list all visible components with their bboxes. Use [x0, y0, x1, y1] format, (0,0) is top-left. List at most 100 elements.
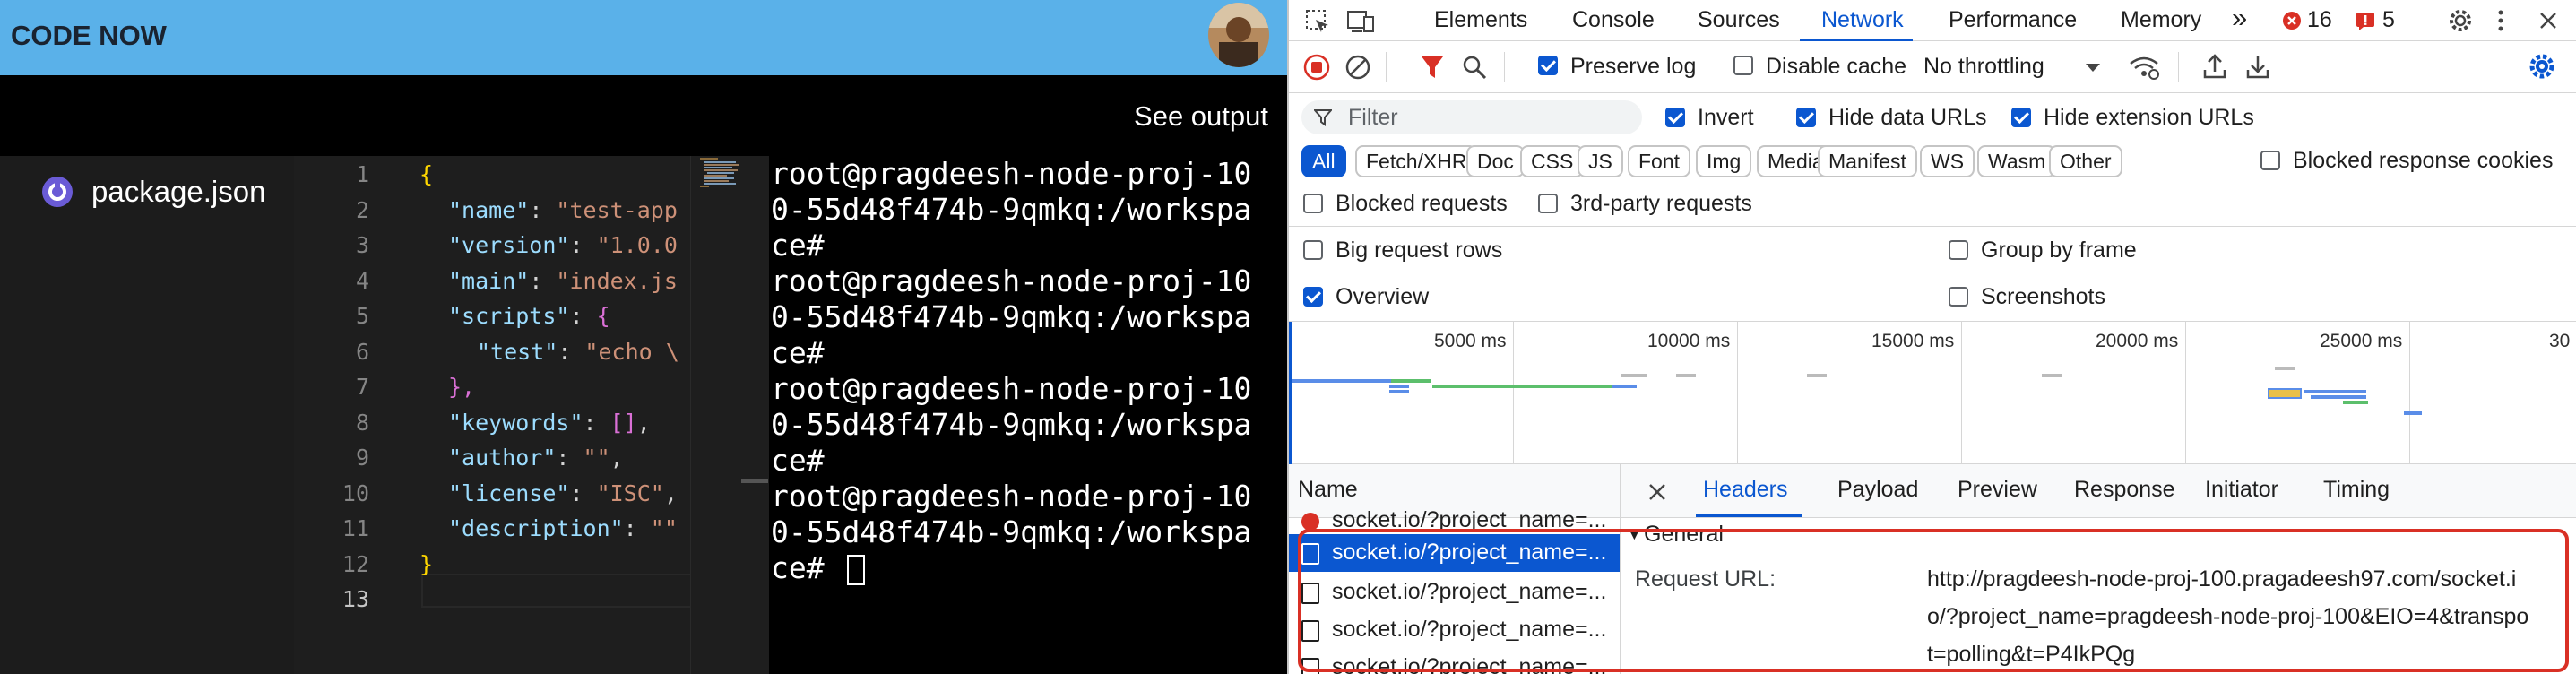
line-number: 1: [355, 161, 369, 187]
import-har-icon[interactable]: [2201, 52, 2228, 81]
search-icon[interactable]: [1461, 54, 1488, 81]
terminal-line-text: 0-55d48f474b-9qmkq:/workspa: [771, 407, 1252, 442]
tab-performance[interactable]: Performance: [1949, 7, 2077, 33]
minimap[interactable]: [690, 156, 769, 674]
more-options-icon[interactable]: [2495, 7, 2506, 34]
output-bar: See output: [0, 75, 1287, 156]
type-filter-font[interactable]: Font: [1628, 145, 1691, 177]
export-har-icon[interactable]: [2244, 52, 2271, 81]
filter-input[interactable]: Filter: [1301, 100, 1642, 134]
terminal-line-text: root@pragdeesh-node-proj-10: [771, 264, 1252, 298]
tab-initiator[interactable]: Initiator: [2205, 477, 2278, 503]
warning-count[interactable]: 5: [2382, 7, 2395, 33]
timeline-tick-label: 30: [2549, 331, 2571, 351]
stop-recording-icon[interactable]: [1303, 54, 1330, 81]
hide-data-urls-checkbox[interactable]: [1796, 108, 1816, 127]
code-token: "1.0.0: [596, 232, 678, 258]
code-token: "license": [448, 480, 570, 506]
screenshots-checkbox[interactable]: [1949, 287, 1968, 307]
device-toolbar-icon[interactable]: [1346, 9, 1375, 34]
code-token: :: [569, 480, 597, 506]
close-icon[interactable]: [1647, 482, 1667, 502]
code-line: }: [419, 551, 433, 577]
type-filter-ws[interactable]: WS: [1920, 145, 1975, 177]
tab-network[interactable]: Network: [1821, 7, 1904, 33]
timeline-request-bar: [2343, 401, 2368, 404]
settings-gear-icon[interactable]: [2447, 7, 2474, 34]
timeline-request-bar: [2268, 388, 2302, 399]
code-token: :: [623, 515, 651, 541]
error-count[interactable]: 16: [2307, 7, 2332, 33]
code-token: "main": [448, 267, 530, 294]
type-filter-wasm[interactable]: Wasm: [1977, 145, 2057, 177]
type-filter-js[interactable]: JS: [1578, 145, 1623, 177]
type-filter-fetch-xhr[interactable]: Fetch/XHR: [1355, 145, 1478, 177]
terminal-line: ce#: [771, 550, 1287, 586]
terminal-line: root@pragdeesh-node-proj-10: [771, 371, 1287, 407]
tab-console[interactable]: Console: [1572, 7, 1655, 33]
code-token: "scripts": [448, 303, 570, 329]
network-conditions-icon[interactable]: [2128, 54, 2160, 81]
type-filter-other[interactable]: Other: [2049, 145, 2122, 177]
json-file-icon: [42, 177, 73, 207]
highlight-annotation-box: [1298, 529, 2569, 672]
blocked-requests-checkbox[interactable]: [1303, 194, 1323, 213]
group-by-frame-checkbox[interactable]: [1949, 240, 1968, 260]
terminal-output[interactable]: root@pragdeesh-node-proj-10 0-55d48f474b-…: [769, 156, 1287, 674]
throttling-select[interactable]: No throttling: [1923, 54, 2044, 80]
file-explorer: package.json: [0, 156, 294, 674]
blocked-response-cookies-checkbox[interactable]: [2260, 151, 2280, 170]
tab-headers[interactable]: Headers: [1703, 477, 1788, 503]
tab-response[interactable]: Response: [2074, 477, 2175, 503]
warning-icon[interactable]: [2356, 11, 2375, 30]
code-token: "": [583, 445, 610, 471]
terminal-line: 0-55d48f474b-9qmkq:/workspa: [771, 514, 1287, 550]
overview-checkbox[interactable]: [1303, 287, 1323, 307]
disable-cache-checkbox[interactable]: [1733, 56, 1753, 75]
tab-sources[interactable]: Sources: [1698, 7, 1780, 33]
tab-memory[interactable]: Memory: [2121, 7, 2201, 33]
type-filter-css[interactable]: CSS: [1520, 145, 1585, 177]
type-filter-all[interactable]: All: [1301, 145, 1346, 177]
type-filter-doc[interactable]: Doc: [1466, 145, 1525, 177]
network-settings-icon[interactable]: [2528, 52, 2556, 81]
code-token: ,: [636, 409, 651, 436]
filter-funnel-icon[interactable]: [1420, 54, 1445, 81]
timeline-request-bar: [1676, 374, 1696, 377]
more-tabs-button[interactable]: »: [2232, 2, 2247, 34]
code-token: },: [448, 374, 476, 400]
chevron-down-icon[interactable]: [2085, 63, 2101, 73]
tab-preview[interactable]: Preview: [1958, 477, 2037, 503]
code-token: :: [569, 303, 597, 329]
preserve-log-checkbox[interactable]: [1538, 56, 1558, 75]
code-line: },: [448, 374, 475, 400]
code-now-app: CODE NOW See output package.json 1234567…: [0, 0, 1287, 674]
network-overview-timeline[interactable]: 5000 ms 10000 ms 15000 ms 20000 ms 25000…: [1289, 321, 2576, 465]
code-line: "author": "",: [448, 445, 624, 471]
tab-payload[interactable]: Payload: [1837, 477, 1918, 503]
code-token: :: [529, 196, 557, 223]
terminal-line: 0-55d48f474b-9qmkq:/workspa: [771, 407, 1287, 443]
hide-extension-urls-checkbox[interactable]: [2011, 108, 2031, 127]
error-icon[interactable]: [2282, 11, 2302, 30]
inspect-element-icon[interactable]: [1305, 9, 1330, 34]
third-party-requests-checkbox[interactable]: [1538, 194, 1558, 213]
avatar[interactable]: [1208, 3, 1269, 67]
file-item-package-json[interactable]: package.json: [0, 167, 294, 217]
type-filter-img[interactable]: Img: [1696, 145, 1752, 177]
app-title: CODE NOW: [11, 20, 167, 51]
code-line: {: [419, 161, 433, 187]
blocked-response-cookies-label: Blocked response cookies: [2293, 148, 2554, 173]
tab-timing[interactable]: Timing: [2323, 477, 2390, 503]
timeline-gridline: [1737, 322, 1738, 465]
clear-icon[interactable]: [1344, 54, 1371, 81]
overview-left-handle[interactable]: [1289, 322, 1292, 465]
terminal-line: root@pragdeesh-node-proj-10: [771, 479, 1287, 514]
tab-elements[interactable]: Elements: [1434, 7, 1527, 33]
timeline-request-bar: [1612, 385, 1637, 388]
see-output-button[interactable]: See output: [1134, 100, 1268, 133]
type-filter-manifest[interactable]: Manifest: [1818, 145, 1917, 177]
close-devtools-icon[interactable]: [2538, 11, 2558, 30]
big-request-rows-checkbox[interactable]: [1303, 240, 1323, 260]
invert-checkbox[interactable]: [1665, 108, 1685, 127]
